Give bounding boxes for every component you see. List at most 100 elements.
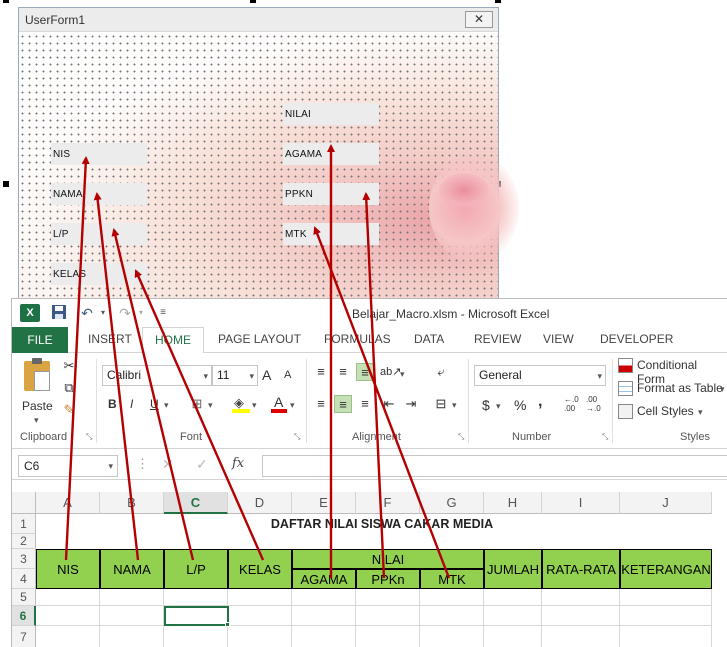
fill-color-dropdown-icon[interactable]: ▾ xyxy=(252,400,257,411)
column-header-b[interactable]: B xyxy=(100,492,164,514)
percent-button[interactable]: % xyxy=(514,397,526,413)
cell[interactable] xyxy=(228,626,292,647)
align-bottom-icon[interactable]: ≡ xyxy=(356,363,374,381)
cell[interactable] xyxy=(542,626,620,647)
formula-bar-grip-icon[interactable]: ⋮ xyxy=(136,456,149,472)
tab-data[interactable]: DATA xyxy=(414,332,444,346)
column-header-i[interactable]: I xyxy=(542,492,620,514)
increase-indent-icon[interactable]: ⇥ xyxy=(402,395,420,413)
increase-decimal-icon[interactable]: ←.0 .00 xyxy=(564,395,579,413)
cell[interactable] xyxy=(228,589,292,606)
align-center-icon[interactable]: ≡ xyxy=(334,395,352,413)
font-color-dropdown-icon[interactable]: ▾ xyxy=(290,400,295,411)
redo-dropdown-icon[interactable]: ▾ xyxy=(132,304,150,322)
cell[interactable] xyxy=(228,606,292,626)
align-left-icon[interactable]: ≡ xyxy=(312,395,330,413)
font-size-dropdown[interactable]: 11 ▾ xyxy=(212,365,258,386)
row-header-5[interactable]: 5 xyxy=(12,589,36,606)
comma-button[interactable]: , xyxy=(538,393,542,411)
tab-view[interactable]: VIEW xyxy=(543,332,574,346)
orientation-icon[interactable]: ab↗ xyxy=(380,363,401,381)
header-cell-nis[interactable]: NIS xyxy=(36,549,100,589)
header-cell-keterangan[interactable]: KETERANGAN xyxy=(620,549,712,589)
cell-styles-button[interactable]: Cell Styles ▾ xyxy=(618,403,727,421)
italic-button[interactable]: I xyxy=(130,397,133,411)
column-header-d[interactable]: D xyxy=(228,492,292,514)
header-cell-nilai[interactable]: NILAI xyxy=(292,549,484,569)
sheet-title[interactable]: DAFTAR NILAI SISWA CAKAR MEDIA xyxy=(36,514,727,534)
tab-insert[interactable]: INSERT xyxy=(88,332,132,346)
paste-button[interactable]: Paste ▾ xyxy=(20,358,56,425)
wrap-text-icon[interactable]: ⤶ xyxy=(432,363,450,381)
cell[interactable] xyxy=(100,606,164,626)
align-middle-icon[interactable]: ≡ xyxy=(334,363,352,381)
cell[interactable] xyxy=(356,626,420,647)
align-right-icon[interactable]: ≡ xyxy=(356,395,374,413)
customize-qat-icon[interactable]: ≡ xyxy=(154,304,172,322)
borders-icon[interactable]: ⊞ xyxy=(188,395,206,413)
userform-close-button[interactable]: ✕ xyxy=(465,11,493,28)
clipboard-launcher-icon[interactable]: ⤡ xyxy=(86,432,92,442)
font-launcher-icon[interactable]: ⤡ xyxy=(294,432,300,442)
number-launcher-icon[interactable]: ⤡ xyxy=(602,432,608,442)
userform-body[interactable]: NIS NAMA L/P KELAS NILAI AGAMA PPKN MTK xyxy=(19,33,519,301)
resize-handle-top-right[interactable] xyxy=(495,0,501,3)
row-header-6[interactable]: 6 xyxy=(12,606,36,626)
fill-handle[interactable] xyxy=(225,622,230,627)
tab-developer[interactable]: DEVELOPER xyxy=(600,332,673,346)
paste-dropdown-icon[interactable]: ▾ xyxy=(34,415,39,426)
resize-handle-top-left[interactable] xyxy=(3,0,9,3)
resize-handle-left[interactable] xyxy=(3,181,9,187)
currency-button[interactable]: $ xyxy=(482,397,490,413)
cell[interactable] xyxy=(36,606,100,626)
font-name-dropdown[interactable]: Calibri ▾ xyxy=(102,365,212,386)
cell[interactable] xyxy=(36,626,100,647)
confirm-entry-icon[interactable]: ✓ xyxy=(196,456,208,473)
save-icon[interactable] xyxy=(50,304,68,322)
insert-function-icon[interactable]: fx xyxy=(232,456,244,471)
decrease-indent-icon[interactable]: ⇤ xyxy=(380,395,398,413)
cell[interactable] xyxy=(292,589,356,606)
column-header-j[interactable]: J xyxy=(620,492,712,514)
worksheet-grid[interactable]: ABCDEFGHIJ 1234567 DAFTAR NILAI SISWA CA… xyxy=(12,492,727,647)
cell[interactable] xyxy=(356,589,420,606)
cell[interactable] xyxy=(420,606,484,626)
formula-input[interactable] xyxy=(262,455,727,477)
cell[interactable] xyxy=(484,589,542,606)
column-header-e[interactable]: E xyxy=(292,492,356,514)
cut-icon[interactable]: ✂ xyxy=(60,357,78,375)
header-cell-nama[interactable]: NAMA xyxy=(100,549,164,589)
undo-dropdown-icon[interactable]: ▾ xyxy=(94,304,112,322)
tab-review[interactable]: REVIEW xyxy=(474,332,521,346)
underline-button[interactable]: U xyxy=(150,397,159,411)
conditional-formatting-button[interactable]: Conditional Form xyxy=(618,357,727,386)
alignment-launcher-icon[interactable]: ⤡ xyxy=(458,432,464,442)
cell[interactable] xyxy=(100,589,164,606)
row-header-7[interactable]: 7 xyxy=(12,626,36,647)
shrink-font-button[interactable]: A xyxy=(284,369,291,381)
cell[interactable] xyxy=(100,626,164,647)
cell[interactable] xyxy=(620,626,712,647)
cell[interactable] xyxy=(164,589,228,606)
cancel-entry-icon[interactable]: ✕ xyxy=(162,456,174,473)
copy-icon[interactable]: ⧉ xyxy=(60,379,78,397)
merge-center-icon[interactable]: ⊟ xyxy=(432,395,450,413)
underline-dropdown-icon[interactable]: ▾ xyxy=(164,400,169,411)
column-header-g[interactable]: G xyxy=(420,492,484,514)
header-cell-kelas[interactable]: KELAS xyxy=(228,549,292,589)
select-all-corner[interactable] xyxy=(12,492,36,514)
header-cell-jumlah[interactable]: JUMLAH xyxy=(484,549,542,589)
cell[interactable] xyxy=(36,589,100,606)
row-header-2[interactable]: 2 xyxy=(12,534,36,549)
column-header-f[interactable]: F xyxy=(356,492,420,514)
name-box[interactable]: C6 ▾ xyxy=(18,455,118,477)
number-format-dropdown[interactable]: General ▾ xyxy=(474,365,606,386)
borders-dropdown-icon[interactable]: ▾ xyxy=(208,400,213,411)
grow-font-button[interactable]: A xyxy=(262,367,271,383)
userform-window[interactable]: UserForm1 ✕ NIS NAMA L/P KELAS NILAI AGA… xyxy=(18,7,519,301)
header-cell-ppkn[interactable]: PPKn xyxy=(356,569,420,589)
header-cell-lp[interactable]: L/P xyxy=(164,549,228,589)
cell[interactable] xyxy=(420,626,484,647)
bold-button[interactable]: B xyxy=(108,397,117,411)
cell[interactable] xyxy=(292,626,356,647)
